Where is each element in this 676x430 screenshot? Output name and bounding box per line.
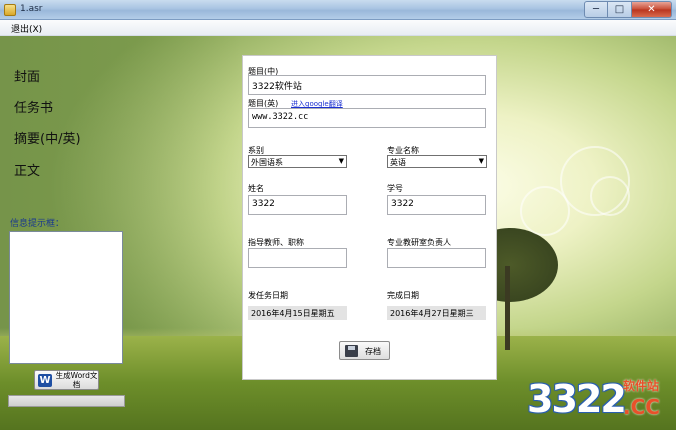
office-head-label: 专业教研室负责人 (387, 238, 451, 247)
info-label: 信息提示框： (10, 219, 65, 229)
nav-abstract[interactable]: 摘要(中/英) (14, 128, 81, 147)
name-input[interactable]: 3322 (248, 195, 347, 215)
word-icon: W (38, 374, 52, 387)
title-bar: 1.asr ─ □ ✕ (0, 0, 676, 20)
issue-date-label: 发任务日期 (248, 291, 288, 300)
app-icon (4, 4, 16, 16)
name-label: 姓名 (248, 184, 264, 193)
nav-task[interactable]: 任务书 (14, 97, 53, 116)
tree-trunk (505, 266, 510, 350)
major-selected: 英语 (390, 158, 406, 167)
menu-exit[interactable]: 退出(X) (11, 22, 42, 35)
swirl-decoration (520, 186, 570, 236)
nav-body[interactable]: 正文 (14, 160, 40, 179)
maximize-button[interactable]: □ (608, 1, 632, 18)
department-selected: 外国语系 (251, 158, 283, 167)
major-select[interactable]: 英语 ▼ (387, 155, 487, 168)
watermark-cc: .CC (623, 395, 660, 419)
watermark-logo: 3322 软件站 .CC (527, 373, 672, 428)
window-controls: ─ □ ✕ (584, 1, 672, 18)
progress-bar (8, 395, 125, 407)
title-cn-input[interactable]: 3322软件站 (248, 75, 486, 95)
finish-date-picker[interactable]: 2016年4月27日星期三 (387, 306, 486, 320)
menu-bar: 退出(X) (0, 20, 676, 36)
save-disk-icon (345, 345, 358, 357)
info-textbox[interactable] (9, 231, 123, 364)
close-button[interactable]: ✕ (632, 1, 672, 18)
minimize-button[interactable]: ─ (584, 1, 608, 18)
student-id-label: 学号 (387, 184, 403, 193)
issue-date-picker[interactable]: 2016年4月15日星期五 (248, 306, 347, 320)
nav-cover[interactable]: 封面 (14, 66, 40, 85)
watermark-cn: 软件站 (623, 379, 660, 393)
student-id-input[interactable]: 3322 (387, 195, 486, 215)
chevron-down-icon: ▼ (478, 157, 484, 165)
form-panel: 题目(中) 3322软件站 题目(英) 进入google翻译 www.3322.… (242, 55, 497, 380)
advisor-input[interactable] (248, 248, 347, 268)
generate-word-label: 生成Word文档 (55, 371, 98, 389)
department-select[interactable]: 外国语系 ▼ (248, 155, 347, 168)
watermark-number: 3322 (527, 377, 627, 421)
save-button[interactable]: 存档 (339, 341, 390, 360)
office-head-input[interactable] (387, 248, 486, 268)
window-title: 1.asr (20, 4, 43, 14)
finish-date-label: 完成日期 (387, 291, 419, 300)
advisor-label: 指导教师、职称 (248, 238, 304, 247)
chevron-down-icon: ▼ (338, 157, 344, 165)
title-en-input[interactable]: www.3322.cc (248, 108, 486, 128)
save-label: 存档 (365, 347, 381, 356)
swirl-decoration (590, 176, 630, 216)
generate-word-button[interactable]: W 生成Word文档 (34, 370, 99, 390)
